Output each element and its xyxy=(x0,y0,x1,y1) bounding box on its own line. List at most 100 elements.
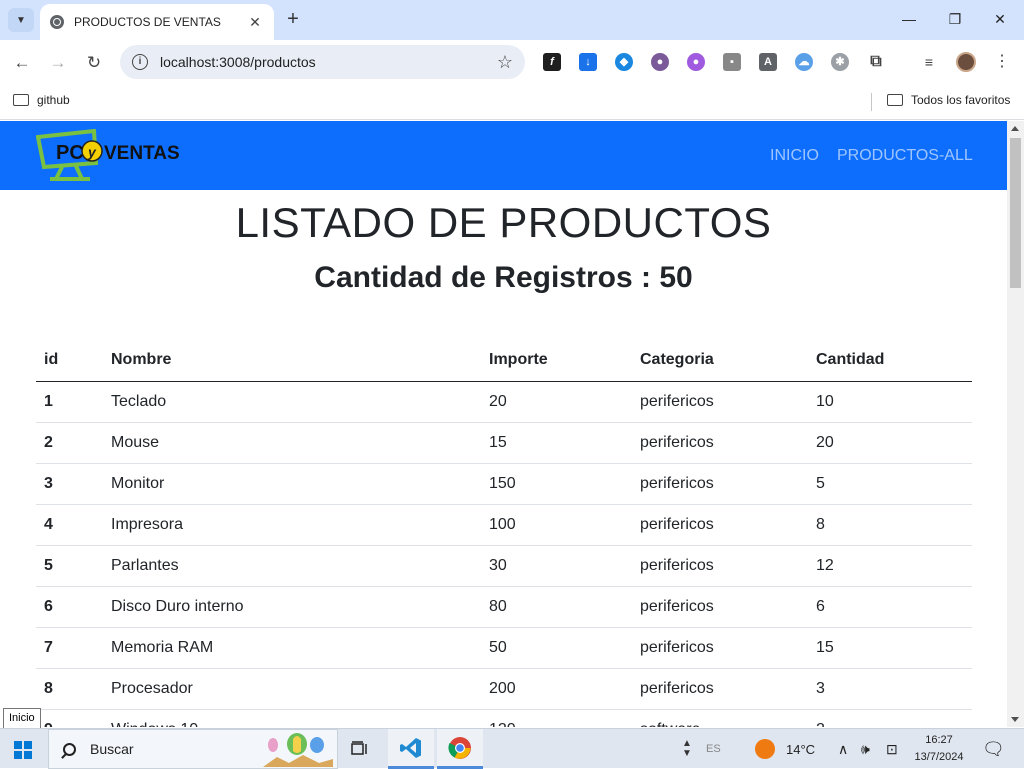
table-row: 7 Memoria RAM 50 perifericos 15 xyxy=(36,627,972,669)
cell-cantidad: 12 xyxy=(808,545,972,587)
site-logo[interactable]: PC y VENTAS xyxy=(35,128,181,183)
cell-id: 4 xyxy=(36,504,103,546)
cell-nombre: Memoria RAM xyxy=(103,627,481,669)
cell-categoria: perifericos xyxy=(632,381,808,423)
cell-nombre: Monitor xyxy=(103,463,481,505)
close-window-button[interactable]: ✕ xyxy=(985,8,1015,30)
cell-id: 7 xyxy=(36,627,103,669)
extension-download-icon[interactable]: ↓ xyxy=(579,53,597,71)
extension-cloud-icon[interactable]: ☁ xyxy=(795,53,813,71)
tab-close-icon[interactable]: ✕ xyxy=(246,14,264,31)
chevron-up-icon[interactable]: ∧ xyxy=(838,729,848,769)
cell-nombre: Disco Duro interno xyxy=(103,586,481,628)
site-navbar: PC y VENTAS INICIO PRODUCTOS-ALL xyxy=(0,121,1007,190)
column-header-importe: Importe xyxy=(481,339,632,382)
new-tab-button[interactable]: + xyxy=(283,8,303,32)
cell-id: 9 xyxy=(36,709,103,727)
browser-tab[interactable]: PRODUCTOS DE VENTAS ✕ xyxy=(40,4,274,40)
table-row: 5 Parlantes 30 perifericos 12 xyxy=(36,545,972,587)
extensions-puzzle-icon[interactable]: ⧉ xyxy=(867,53,885,71)
clock[interactable]: 16:27 13/7/2024 xyxy=(906,732,972,766)
table-row: 6 Disco Duro interno 80 perifericos 6 xyxy=(36,586,972,628)
notifications-icon[interactable]: 🗨 xyxy=(982,729,1005,769)
extension-text-icon[interactable]: A xyxy=(759,53,777,71)
scroll-down-icon[interactable] xyxy=(1011,717,1019,722)
tab-search-button[interactable]: ▼ xyxy=(8,8,34,32)
cell-importe: 200 xyxy=(481,668,632,710)
table-body: 1 Teclado 20 perifericos 10 2 Mouse 15 p… xyxy=(36,381,972,727)
cell-nombre: Teclado xyxy=(103,381,481,423)
start-tooltip: Inicio xyxy=(3,708,41,729)
scrollbar-thumb[interactable] xyxy=(1010,138,1021,288)
address-bar[interactable]: i localhost:3008/productos ☆ xyxy=(120,45,525,79)
scroll-up-icon[interactable] xyxy=(1011,126,1019,131)
forward-icon[interactable]: → xyxy=(46,51,70,75)
table-header-row: id Nombre Importe Categoria Cantidad xyxy=(36,339,972,382)
extension-gray-icon[interactable]: ▪ xyxy=(723,53,741,71)
cell-cantidad: 3 xyxy=(808,668,972,710)
bookmark-label: github xyxy=(37,93,70,107)
menu-icon[interactable]: ⋮ xyxy=(994,51,1010,73)
column-header-nombre: Nombre xyxy=(103,339,481,382)
restore-button[interactable]: ❐ xyxy=(940,8,970,30)
cell-cantidad: 10 xyxy=(808,381,972,423)
extension-gear-icon[interactable]: ✱ xyxy=(831,53,849,71)
cell-categoria: software xyxy=(632,709,808,727)
table-row: 2 Mouse 15 perifericos 20 xyxy=(36,422,972,464)
cell-categoria: perifericos xyxy=(632,627,808,669)
avatar[interactable] xyxy=(956,52,976,72)
table-row: 9 Windows 10 120 software 2 xyxy=(36,709,972,727)
taskbar-search[interactable]: Buscar xyxy=(48,729,338,769)
column-header-categoria: Categoria xyxy=(632,339,808,382)
browser-toolbar: ← → ↻ i localhost:3008/productos ☆ f ↓ ◆… xyxy=(0,40,1024,86)
vscode-icon[interactable] xyxy=(388,729,434,769)
task-view-icon[interactable] xyxy=(337,729,383,769)
tab-strip: ▼ PRODUCTOS DE VENTAS ✕ + — ❐ ✕ xyxy=(0,0,1024,40)
site-info-icon[interactable]: i xyxy=(132,54,148,70)
page-scrollbar[interactable] xyxy=(1007,121,1024,727)
chrome-icon[interactable] xyxy=(437,729,483,769)
nav-inicio[interactable]: INICIO xyxy=(770,147,819,165)
cell-nombre: Windows 10 xyxy=(103,709,481,727)
clock-date: 13/7/2024 xyxy=(914,751,964,763)
logo-monitor-icon: PC y VENTAS xyxy=(35,128,180,181)
folder-icon xyxy=(887,94,903,106)
media-control-icon[interactable]: ≡ xyxy=(920,53,938,71)
svg-text:PC: PC xyxy=(56,142,84,164)
globe-icon xyxy=(50,15,64,29)
tray-scroll-arrows[interactable]: ▲ ▼ xyxy=(682,729,692,769)
extension-formula-icon[interactable]: f xyxy=(543,53,561,71)
bookmark-all-favorites[interactable]: Todos los favoritos xyxy=(887,93,1010,107)
table-row: 8 Procesador 200 perifericos 3 xyxy=(36,668,972,710)
cell-categoria: perifericos xyxy=(632,586,808,628)
page-title: LISTADO DE PRODUCTOS xyxy=(235,199,772,246)
column-header-cantidad: Cantidad xyxy=(808,339,972,382)
cell-cantidad: 20 xyxy=(808,422,972,464)
reload-icon[interactable]: ↻ xyxy=(82,51,106,75)
cell-id: 3 xyxy=(36,463,103,505)
extension-purple-icon[interactable]: ● xyxy=(687,53,705,71)
cell-categoria: perifericos xyxy=(632,668,808,710)
bookmark-github[interactable]: github xyxy=(13,93,70,107)
table-row: 1 Teclado 20 perifericos 10 xyxy=(36,381,972,423)
balloons-icon xyxy=(263,733,333,767)
network-icon[interactable]: ⊡ xyxy=(886,729,898,769)
cell-categoria: perifericos xyxy=(632,504,808,546)
cell-id: 5 xyxy=(36,545,103,587)
extension-drop-icon[interactable]: ◆ xyxy=(615,53,633,71)
record-count: Cantidad de Registros : 50 xyxy=(314,261,693,294)
tab-title: PRODUCTOS DE VENTAS xyxy=(74,15,221,29)
weather-widget[interactable]: 14°C xyxy=(755,729,815,769)
minimize-button[interactable]: — xyxy=(894,8,924,30)
back-icon[interactable]: ← xyxy=(10,51,34,75)
cell-importe: 100 xyxy=(481,504,632,546)
bookmark-star-icon[interactable]: ☆ xyxy=(497,52,513,73)
cell-nombre: Impresora xyxy=(103,504,481,546)
table-row: 3 Monitor 150 perifericos 5 xyxy=(36,463,972,505)
volume-icon[interactable]: 🕪 xyxy=(861,729,870,769)
nav-productos-all[interactable]: PRODUCTOS-ALL xyxy=(837,147,973,165)
extension-color-icon[interactable]: ● xyxy=(651,53,669,71)
windows-start-icon[interactable] xyxy=(14,741,32,759)
language-indicator[interactable]: ES xyxy=(706,729,721,769)
cell-id: 2 xyxy=(36,422,103,464)
